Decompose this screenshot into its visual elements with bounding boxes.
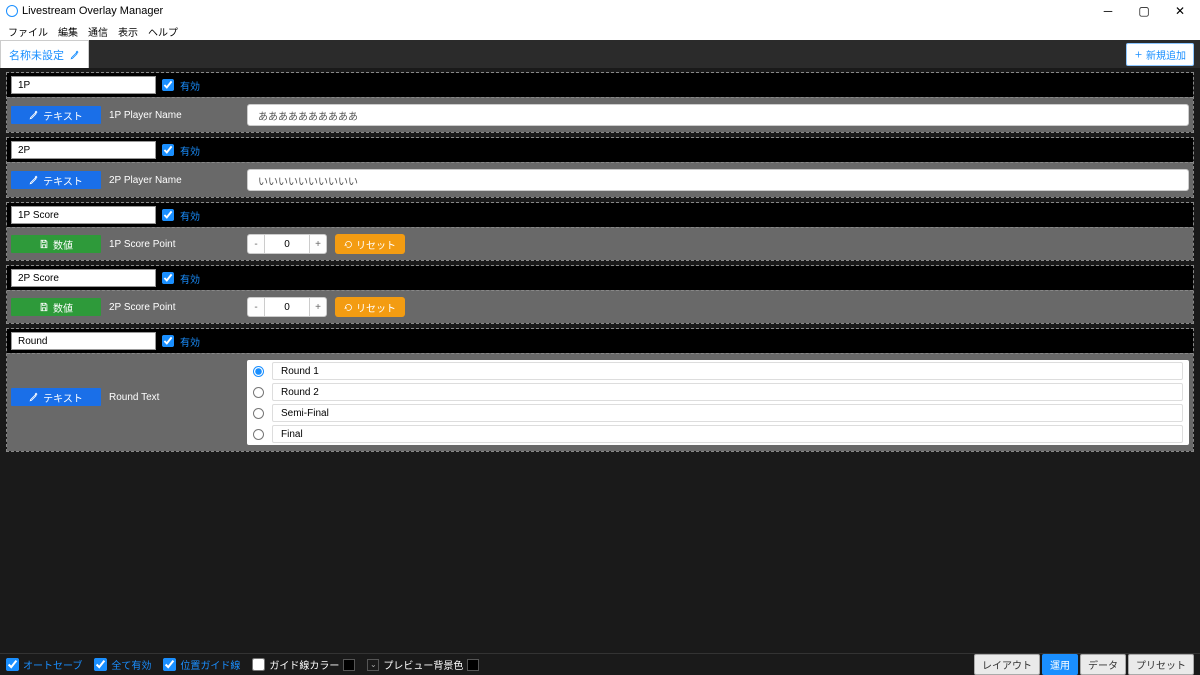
number-stepper: - + xyxy=(247,297,327,317)
field-label: Round Text xyxy=(109,392,239,403)
data-button[interactable]: データ xyxy=(1080,654,1126,675)
radio-row xyxy=(249,383,1187,401)
panel-name-input[interactable] xyxy=(11,76,156,94)
minimize-button[interactable]: ─ xyxy=(1090,0,1126,22)
panel: 有効 テキスト 1P Player Name xyxy=(6,72,1194,133)
preset-button[interactable]: プリセット xyxy=(1128,654,1194,675)
type-text-button[interactable]: テキスト xyxy=(11,106,101,124)
type-num-button[interactable]: 数値 xyxy=(11,298,101,316)
add-new-button[interactable]: 新規追加 xyxy=(1126,43,1194,66)
number-input[interactable] xyxy=(265,297,309,317)
menu-comm[interactable]: 通信 xyxy=(88,24,108,39)
panel-name-input[interactable] xyxy=(11,269,156,287)
panel-body: 数値 2P Score Point - + リセット xyxy=(7,290,1193,323)
chevron-down-icon[interactable]: ⌄ xyxy=(367,659,379,671)
radio-option[interactable] xyxy=(253,408,264,419)
enable-checkbox[interactable] xyxy=(162,335,174,347)
radio-option[interactable] xyxy=(253,387,264,398)
enable-label: 有効 xyxy=(180,143,200,158)
reset-button[interactable]: リセット xyxy=(335,234,405,254)
enable-checkbox[interactable] xyxy=(162,79,174,91)
window-title: Livestream Overlay Manager xyxy=(22,5,163,17)
enable-all-toggle[interactable]: 全て有効 xyxy=(94,657,151,672)
text-value-input[interactable] xyxy=(247,169,1189,191)
radio-option-input[interactable] xyxy=(272,362,1183,380)
radio-option[interactable] xyxy=(253,429,264,440)
guide-toggle[interactable]: 位置ガイド線 xyxy=(163,657,240,672)
enable-label: 有効 xyxy=(180,271,200,286)
field-label: 1P Score Point xyxy=(109,239,239,250)
panel: 有効 テキスト Round Text xyxy=(6,328,1194,452)
footer: オートセーブ 全て有効 位置ガイド線 ガイド線カラー ⌄プレビュー背景色 レイア… xyxy=(0,653,1200,675)
enable-label: 有効 xyxy=(180,334,200,349)
guide-color-swatch[interactable] xyxy=(343,659,355,671)
panel: 有効 数値 1P Score Point - + リセット xyxy=(6,202,1194,261)
guide-color-toggle[interactable]: ガイド線カラー xyxy=(252,657,355,672)
field-label: 2P Player Name xyxy=(109,175,239,186)
tab-active[interactable]: 名称未設定 xyxy=(0,40,89,68)
panel-header: 有効 xyxy=(7,73,1193,97)
panel: 有効 テキスト 2P Player Name xyxy=(6,137,1194,198)
enable-checkbox[interactable] xyxy=(162,144,174,156)
window-titlebar: Livestream Overlay Manager ─ ▢ ✕ xyxy=(0,0,1200,22)
preview-bg-swatch[interactable] xyxy=(467,659,479,671)
text-value-input[interactable] xyxy=(247,104,1189,126)
reset-button[interactable]: リセット xyxy=(335,297,405,317)
number-input[interactable] xyxy=(265,234,309,254)
decrement-button[interactable]: - xyxy=(247,234,265,254)
plus-icon xyxy=(1134,50,1143,59)
enable-label: 有効 xyxy=(180,78,200,93)
type-num-button[interactable]: 数値 xyxy=(11,235,101,253)
radio-row xyxy=(249,404,1187,422)
field-label: 1P Player Name xyxy=(109,110,239,121)
menu-help[interactable]: ヘルプ xyxy=(148,24,178,39)
apply-button[interactable]: 運用 xyxy=(1042,654,1078,675)
panel-header: 有効 xyxy=(7,266,1193,290)
close-button[interactable]: ✕ xyxy=(1162,0,1198,22)
radio-row xyxy=(249,362,1187,380)
enable-label: 有効 xyxy=(180,208,200,223)
app-icon xyxy=(6,5,18,17)
radio-panel xyxy=(247,360,1189,445)
type-text-button[interactable]: テキスト xyxy=(11,171,101,189)
radio-row xyxy=(249,425,1187,443)
panel-name-input[interactable] xyxy=(11,206,156,224)
panel-header: 有効 xyxy=(7,203,1193,227)
radio-option-input[interactable] xyxy=(272,404,1183,422)
panel-body: テキスト 2P Player Name xyxy=(7,162,1193,197)
menu-view[interactable]: 表示 xyxy=(118,24,138,39)
menubar: ファイル 編集 通信 表示 ヘルプ xyxy=(0,22,1200,40)
menu-edit[interactable]: 編集 xyxy=(58,24,78,39)
tab-label: 名称未設定 xyxy=(9,47,64,63)
increment-button[interactable]: + xyxy=(309,297,327,317)
maximize-button[interactable]: ▢ xyxy=(1126,0,1162,22)
enable-checkbox[interactable] xyxy=(162,209,174,221)
panel-body: テキスト 1P Player Name xyxy=(7,97,1193,132)
panel-name-input[interactable] xyxy=(11,332,156,350)
panel-header: 有効 xyxy=(7,138,1193,162)
panels-container: 有効 テキスト 1P Player Name 有効 テキスト 2P Player… xyxy=(0,68,1200,653)
layout-button[interactable]: レイアウト xyxy=(974,654,1040,675)
panel-body: 数値 1P Score Point - + リセット xyxy=(7,227,1193,260)
autosave-toggle[interactable]: オートセーブ xyxy=(6,657,82,672)
preview-bg-toggle[interactable]: ⌄プレビュー背景色 xyxy=(367,657,479,672)
enable-checkbox[interactable] xyxy=(162,272,174,284)
edit-icon xyxy=(70,50,80,60)
panel: 有効 数値 2P Score Point - + リセット xyxy=(6,265,1194,324)
menu-file[interactable]: ファイル xyxy=(8,24,48,39)
field-label: 2P Score Point xyxy=(109,302,239,313)
panel-body: テキスト Round Text xyxy=(7,353,1193,451)
radio-option[interactable] xyxy=(253,366,264,377)
increment-button[interactable]: + xyxy=(309,234,327,254)
number-stepper: - + xyxy=(247,234,327,254)
topbar: 名称未設定 新規追加 xyxy=(0,40,1200,68)
radio-option-input[interactable] xyxy=(272,425,1183,443)
panel-name-input[interactable] xyxy=(11,141,156,159)
panel-header: 有効 xyxy=(7,329,1193,353)
window-controls: ─ ▢ ✕ xyxy=(1090,0,1198,22)
decrement-button[interactable]: - xyxy=(247,297,265,317)
radio-option-input[interactable] xyxy=(272,383,1183,401)
type-text-button[interactable]: テキスト xyxy=(11,388,101,406)
